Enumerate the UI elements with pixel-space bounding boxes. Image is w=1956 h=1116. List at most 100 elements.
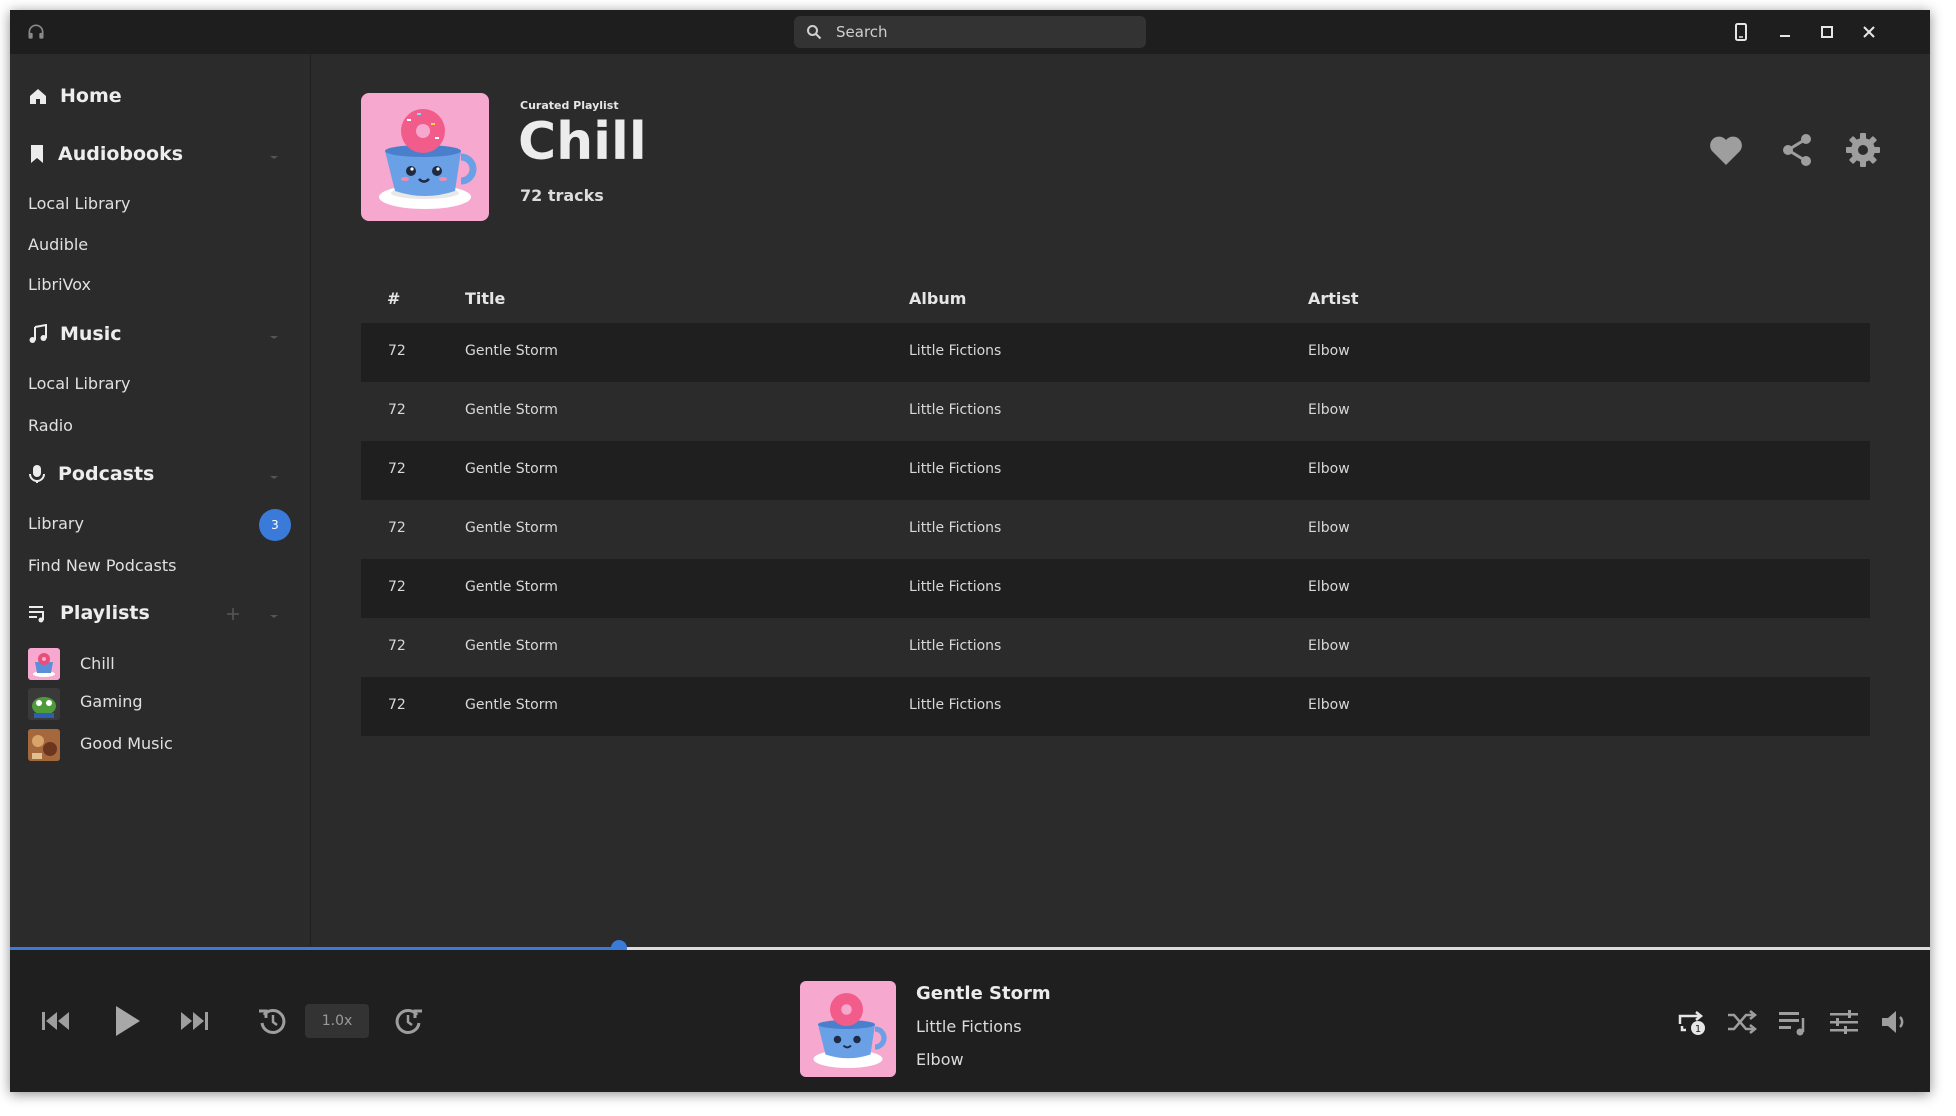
sidebar-section-podcasts[interactable]: Podcasts bbox=[28, 459, 154, 489]
music-note-icon bbox=[29, 324, 47, 343]
track-table: # Title Album Artist 72 Gentle Storm Lit… bbox=[361, 277, 1870, 736]
track-artist: Elbow bbox=[1308, 402, 1350, 418]
sidebar-section-music[interactable]: Music bbox=[28, 319, 122, 349]
column-header-artist[interactable]: Artist bbox=[1308, 289, 1359, 308]
page-title: Chill bbox=[518, 112, 647, 172]
sidebar-item-playlist-gaming[interactable]: Gaming bbox=[80, 690, 143, 714]
column-header-album[interactable]: Album bbox=[909, 289, 966, 308]
rewind-icon[interactable] bbox=[255, 1003, 291, 1039]
track-album: Little Fictions bbox=[909, 697, 1002, 713]
close-icon[interactable] bbox=[1858, 21, 1880, 43]
sidebar-item-librivox[interactable]: LibriVox bbox=[28, 273, 91, 297]
track-number: 72 bbox=[388, 579, 406, 595]
table-header: # Title Album Artist bbox=[361, 277, 1870, 323]
sidebar-item-radio[interactable]: Radio bbox=[28, 414, 73, 438]
repeat-one-icon[interactable]: 1 bbox=[1674, 1004, 1710, 1040]
table-row[interactable]: 72 Gentle Storm Little Fictions Elbow bbox=[361, 441, 1870, 500]
player-bar: 1.0x Gentle Storm Little Fictions Elbow bbox=[10, 950, 1930, 1092]
queue-icon[interactable] bbox=[1775, 1004, 1811, 1040]
sidebar-item-label: Home bbox=[60, 85, 122, 107]
track-artist: Elbow bbox=[1308, 520, 1350, 536]
search-bar[interactable]: Search bbox=[794, 16, 1146, 48]
table-row[interactable]: 72 Gentle Storm Little Fictions Elbow bbox=[361, 559, 1870, 618]
add-icon[interactable] bbox=[226, 607, 240, 621]
track-title: Gentle Storm bbox=[465, 461, 558, 477]
minimize-icon[interactable] bbox=[1774, 21, 1796, 43]
playlist-type-label: Curated Playlist bbox=[520, 99, 619, 112]
home-icon bbox=[30, 89, 46, 104]
share-icon[interactable] bbox=[1777, 130, 1817, 170]
table-row[interactable]: 72 Gentle Storm Little Fictions Elbow bbox=[361, 618, 1870, 677]
track-number: 72 bbox=[388, 638, 406, 654]
table-row[interactable]: 72 Gentle Storm Little Fictions Elbow bbox=[361, 677, 1870, 736]
search-icon bbox=[807, 25, 822, 40]
shuffle-icon[interactable] bbox=[1724, 1004, 1760, 1040]
play-icon[interactable] bbox=[106, 1000, 148, 1042]
sidebar-item-home[interactable]: Home bbox=[28, 81, 122, 111]
sidebar-section-label: Audiobooks bbox=[58, 143, 184, 165]
column-header-title[interactable]: Title bbox=[465, 289, 505, 308]
maximize-icon[interactable] bbox=[1816, 21, 1838, 43]
now-playing-album: Little Fictions bbox=[916, 1017, 1022, 1036]
sidebar-item-audiobooks-local-library[interactable]: Local Library bbox=[28, 192, 131, 216]
sidebar-item-playlist-chill[interactable]: Chill bbox=[80, 652, 115, 676]
track-title: Gentle Storm bbox=[465, 579, 558, 595]
search-input[interactable]: Search bbox=[836, 23, 888, 41]
sidebar-item-playlist-good-music[interactable]: Good Music bbox=[80, 732, 173, 756]
track-album: Little Fictions bbox=[909, 579, 1002, 595]
chevron-down-icon[interactable] bbox=[268, 151, 280, 163]
track-number: 72 bbox=[388, 343, 406, 359]
microphone-icon bbox=[29, 465, 45, 483]
playlist-icon bbox=[29, 606, 44, 623]
skip-previous-icon[interactable] bbox=[38, 1003, 74, 1039]
sidebar-section-label: Music bbox=[60, 323, 122, 345]
sidebar-section-label: Playlists bbox=[60, 602, 150, 624]
app-window: Search Home Audiobooks Local Library Aud… bbox=[10, 10, 1930, 1092]
title-bar: Search bbox=[10, 10, 1930, 54]
track-artist: Elbow bbox=[1308, 343, 1350, 359]
now-playing-title: Gentle Storm bbox=[916, 983, 1051, 1004]
sidebar-item-audible[interactable]: Audible bbox=[28, 233, 88, 257]
gear-icon[interactable] bbox=[1843, 130, 1883, 170]
table-row[interactable]: 72 Gentle Storm Little Fictions Elbow bbox=[361, 500, 1870, 559]
main-content: Curated Playlist Chill 72 tracks # Title bbox=[311, 54, 1930, 946]
track-title: Gentle Storm bbox=[465, 520, 558, 536]
track-artist: Elbow bbox=[1308, 697, 1350, 713]
notification-badge: 3 bbox=[259, 509, 291, 541]
forward-icon[interactable] bbox=[390, 1003, 426, 1039]
chevron-down-icon[interactable] bbox=[268, 471, 280, 483]
sidebar-section-audiobooks[interactable]: Audiobooks bbox=[28, 139, 183, 169]
track-number: 72 bbox=[388, 697, 406, 713]
sidebar-section-playlists[interactable]: Playlists bbox=[28, 598, 150, 628]
track-album: Little Fictions bbox=[909, 461, 1002, 477]
now-playing-artist: Elbow bbox=[916, 1050, 964, 1069]
bookmark-icon bbox=[31, 145, 43, 163]
sidebar-item-find-new-podcasts[interactable]: Find New Podcasts bbox=[28, 554, 176, 578]
playback-speed-button[interactable]: 1.0x bbox=[305, 1004, 369, 1038]
sidebar-item-podcast-library[interactable]: Library bbox=[28, 512, 84, 536]
track-artist: Elbow bbox=[1308, 461, 1350, 477]
track-album: Little Fictions bbox=[909, 520, 1002, 536]
track-artist: Elbow bbox=[1308, 579, 1350, 595]
sidebar-item-music-local-library[interactable]: Local Library bbox=[28, 372, 131, 396]
track-album: Little Fictions bbox=[909, 638, 1002, 654]
skip-next-icon[interactable] bbox=[176, 1003, 212, 1039]
chevron-down-icon[interactable] bbox=[268, 331, 280, 343]
sidebar-section-label: Podcasts bbox=[58, 463, 155, 485]
track-album: Little Fictions bbox=[909, 402, 1002, 418]
equalizer-icon[interactable] bbox=[1826, 1004, 1862, 1040]
playlist-cover bbox=[361, 93, 489, 221]
table-row[interactable]: 72 Gentle Storm Little Fictions Elbow bbox=[361, 382, 1870, 441]
track-number: 72 bbox=[388, 402, 406, 418]
headphones-icon bbox=[28, 24, 44, 39]
column-header-number[interactable]: # bbox=[387, 289, 400, 308]
track-number: 72 bbox=[388, 461, 406, 477]
phone-icon[interactable] bbox=[1730, 21, 1752, 43]
heart-icon[interactable] bbox=[1706, 130, 1746, 170]
playlist-thumbnail bbox=[28, 688, 60, 720]
track-album: Little Fictions bbox=[909, 343, 1002, 359]
volume-icon[interactable] bbox=[1876, 1004, 1912, 1040]
sidebar: Home Audiobooks Local Library Audible Li… bbox=[10, 54, 311, 946]
chevron-down-icon[interactable] bbox=[268, 610, 280, 622]
table-row[interactable]: 72 Gentle Storm Little Fictions Elbow bbox=[361, 323, 1870, 382]
